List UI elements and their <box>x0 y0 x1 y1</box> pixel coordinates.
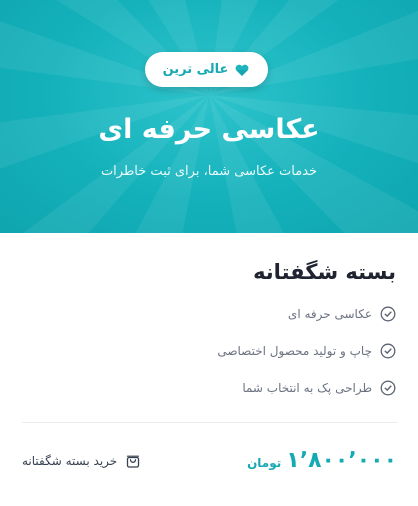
feature-label: چاپ و تولید محصول اختصاصی <box>217 344 372 358</box>
list-item: چاپ و تولید محصول اختصاصی <box>217 341 396 361</box>
list-item: عکاسی حرفه ای <box>217 304 396 324</box>
hero-title: عکاسی حرفه ای <box>98 114 320 145</box>
price-amount: ۱٬۸۰۰٬۰۰۰ <box>286 448 397 473</box>
badge-label: عالی ترین <box>162 62 229 77</box>
check-circle-icon <box>380 343 396 359</box>
feature-list: عکاسی حرفه ای چاپ و تولید محصول اختصاصی … <box>217 304 396 415</box>
package-card: بسته شگفتانه عکاسی حرفه ای چاپ و تولید م… <box>0 233 418 506</box>
hero-banner: عالی ترین عکاسی حرفه ای خدمات عکاسی شما،… <box>0 0 418 233</box>
list-item: طراحی پک به انتخاب شما <box>217 378 396 398</box>
best-badge: عالی ترین <box>145 52 268 87</box>
buy-label: خرید بسته شگفتانه <box>22 454 118 468</box>
hero-subtitle: خدمات عکاسی شما، برای ثبت خاطرات <box>100 164 318 179</box>
buy-package-button[interactable]: خرید بسته شگفتانه <box>22 453 141 469</box>
check-circle-icon <box>380 306 396 322</box>
heart-icon <box>234 62 250 78</box>
package-title: بسته شگفتانه <box>253 260 396 284</box>
divider <box>22 422 398 423</box>
shopping-bag-icon <box>125 453 141 469</box>
check-circle-icon <box>380 380 396 396</box>
price: ۱٬۸۰۰٬۰۰۰ تومان <box>247 446 397 476</box>
price-currency: تومان <box>247 456 282 470</box>
feature-label: طراحی پک به انتخاب شما <box>242 381 372 395</box>
feature-label: عکاسی حرفه ای <box>287 307 372 321</box>
